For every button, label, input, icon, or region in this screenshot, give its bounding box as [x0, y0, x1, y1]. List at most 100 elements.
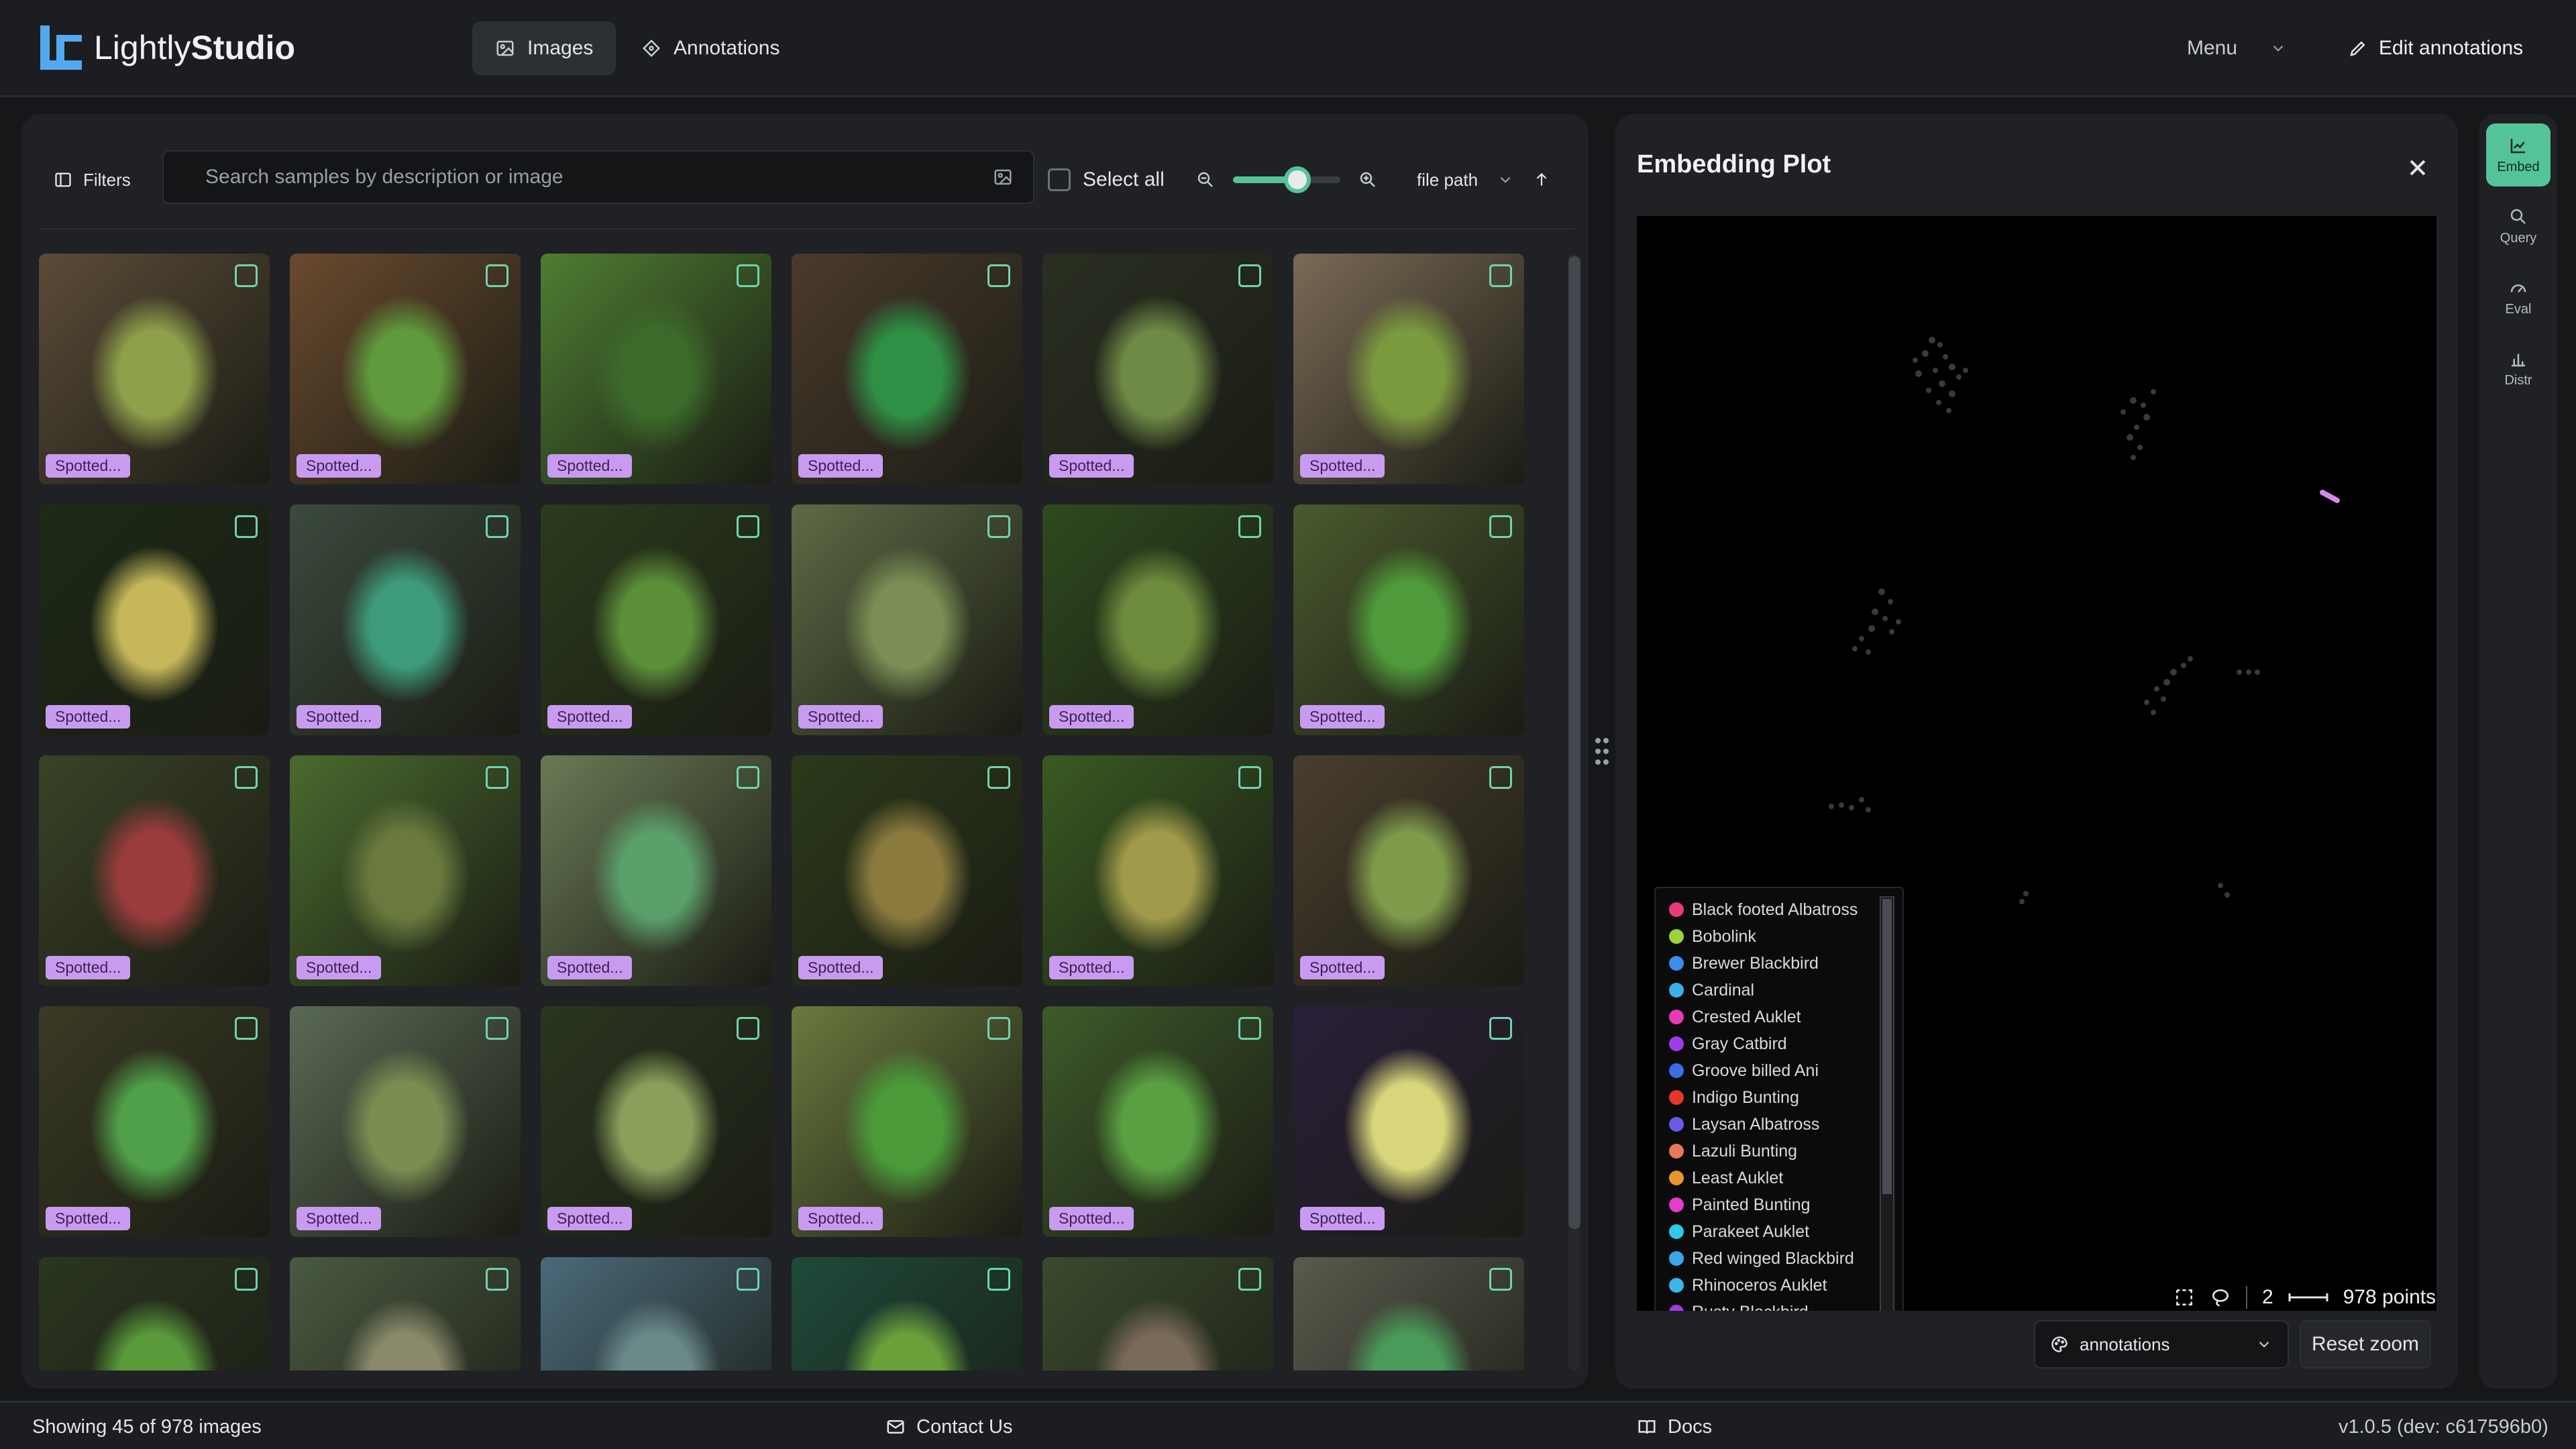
sample-thumbnail[interactable]	[541, 254, 771, 484]
grid-scrollbar-thumb[interactable]	[1568, 256, 1580, 1229]
sample-card[interactable]: Spotted...	[792, 755, 1022, 986]
zoom-slider-thumb[interactable]	[1284, 166, 1311, 193]
sample-card[interactable]: Spotted...	[290, 755, 521, 986]
zoom-in-icon[interactable]	[1358, 170, 1378, 190]
zoom-out-icon[interactable]	[1195, 170, 1216, 190]
sample-card[interactable]: Spotted...	[1293, 504, 1524, 735]
sample-card[interactable]: Spotted...	[39, 1006, 270, 1237]
legend-item[interactable]: Lazuli Bunting	[1669, 1138, 1797, 1165]
sample-thumbnail[interactable]	[39, 1006, 270, 1237]
nav-tab-annotations[interactable]: Annotations	[619, 21, 802, 75]
sample-select-checkbox[interactable]	[737, 766, 759, 789]
reset-zoom-button[interactable]: Reset zoom	[2300, 1320, 2431, 1368]
rail-eval-button[interactable]: Eval	[2486, 266, 2551, 329]
sample-card[interactable]	[39, 1257, 270, 1371]
sample-select-checkbox[interactable]	[486, 515, 508, 538]
sample-select-checkbox[interactable]	[987, 1268, 1010, 1291]
lasso-select-icon[interactable]	[2210, 1287, 2231, 1308]
sort-ascending-icon[interactable]	[1533, 171, 1550, 189]
sample-card[interactable]: Spotted...	[1293, 755, 1524, 986]
sample-thumbnail[interactable]	[792, 755, 1022, 986]
sample-card[interactable]	[1293, 1257, 1524, 1371]
sample-card[interactable]	[541, 1257, 771, 1371]
sort-field-select[interactable]: file path	[1417, 170, 1478, 191]
sample-thumbnail[interactable]	[290, 504, 521, 735]
sample-thumbnail[interactable]	[39, 254, 270, 484]
chevron-down-icon[interactable]	[1497, 171, 1514, 189]
sample-card[interactable]: Spotted...	[1293, 254, 1524, 484]
sample-card[interactable]: Spotted...	[541, 755, 771, 986]
image-search-icon[interactable]	[993, 167, 1013, 187]
sample-select-checkbox[interactable]	[235, 1017, 258, 1040]
sample-thumbnail[interactable]	[1293, 1006, 1524, 1237]
select-all-checkbox[interactable]	[1048, 168, 1071, 191]
sample-select-checkbox[interactable]	[486, 264, 508, 287]
rectangle-select-icon[interactable]	[2174, 1287, 2195, 1308]
sample-select-checkbox[interactable]	[1489, 766, 1512, 789]
embedding-plot-canvas[interactable]: Black footed Albatross Bobolink Brewer Bla…	[1637, 216, 2436, 1311]
sample-select-checkbox[interactable]	[1238, 264, 1261, 287]
sample-card[interactable]: Spotted...	[1293, 1006, 1524, 1237]
contact-us-link[interactable]: Contact Us	[885, 1413, 1012, 1440]
legend-item[interactable]: Indigo Bunting	[1669, 1084, 1799, 1111]
sample-thumbnail[interactable]	[1042, 504, 1273, 735]
close-icon[interactable]	[2404, 154, 2431, 181]
sample-card[interactable]: Spotted...	[1042, 504, 1273, 735]
brand[interactable]: LightlyStudio	[40, 24, 295, 71]
sample-thumbnail[interactable]	[39, 504, 270, 735]
sample-select-checkbox[interactable]	[1238, 1268, 1261, 1291]
legend-item[interactable]: Red winged Blackbird	[1669, 1245, 1854, 1272]
sample-select-checkbox[interactable]	[987, 515, 1010, 538]
sample-thumbnail[interactable]	[792, 504, 1022, 735]
legend-item[interactable]: Bobolink	[1669, 923, 1756, 950]
sample-card[interactable]: Spotted...	[290, 1006, 521, 1237]
sample-card[interactable]: Spotted...	[1042, 1006, 1273, 1237]
sample-select-checkbox[interactable]	[737, 1268, 759, 1291]
sample-select-checkbox[interactable]	[1489, 515, 1512, 538]
sample-card[interactable]: Spotted...	[290, 254, 521, 484]
sample-thumbnail[interactable]	[1293, 504, 1524, 735]
panel-resize-handle-icon[interactable]	[1595, 738, 1609, 767]
sample-select-checkbox[interactable]	[235, 766, 258, 789]
legend-item[interactable]: Rhinoceros Auklet	[1669, 1272, 1827, 1299]
rail-distr-button[interactable]: Distr	[2486, 337, 2551, 400]
sample-card[interactable]: Spotted...	[39, 254, 270, 484]
sample-thumbnail[interactable]	[1293, 254, 1524, 484]
sample-thumbnail[interactable]	[39, 755, 270, 986]
sample-select-checkbox[interactable]	[235, 1268, 258, 1291]
edit-annotations-button[interactable]: Edit annotations	[2348, 28, 2523, 68]
sample-card[interactable]: Spotted...	[792, 504, 1022, 735]
sample-thumbnail[interactable]	[1042, 1006, 1273, 1237]
sample-thumbnail[interactable]	[290, 254, 521, 484]
filters-button[interactable]: Filters	[54, 160, 131, 200]
nav-tab-images[interactable]: Images	[472, 21, 616, 75]
sample-card[interactable]: Spotted...	[1042, 254, 1273, 484]
legend-item[interactable]: Brewer Blackbird	[1669, 950, 1819, 977]
sample-card[interactable]: Spotted...	[792, 254, 1022, 484]
sample-thumbnail[interactable]	[1042, 755, 1273, 986]
zoom-slider[interactable]	[1233, 166, 1340, 193]
menu-dropdown[interactable]: Menu	[2187, 28, 2287, 68]
rail-embed-button[interactable]: Embed	[2486, 123, 2551, 186]
sample-thumbnail[interactable]	[1293, 755, 1524, 986]
legend-item[interactable]: Gray Catbird	[1669, 1030, 1787, 1057]
legend-scrollbar-thumb[interactable]	[1882, 899, 1892, 1194]
sample-select-checkbox[interactable]	[1238, 1017, 1261, 1040]
legend-item[interactable]: Laysan Albatross	[1669, 1111, 1819, 1138]
sample-card[interactable]: Spotted...	[39, 755, 270, 986]
legend-item[interactable]: Crested Auklet	[1669, 1004, 1801, 1030]
sample-card[interactable]	[290, 1257, 521, 1371]
legend-item[interactable]: Parakeet Auklet	[1669, 1218, 1809, 1245]
sample-select-checkbox[interactable]	[1489, 1268, 1512, 1291]
sample-select-checkbox[interactable]	[737, 515, 759, 538]
sample-card[interactable]: Spotted...	[792, 1006, 1022, 1237]
sample-select-checkbox[interactable]	[486, 1017, 508, 1040]
sample-thumbnail[interactable]	[290, 755, 521, 986]
sample-thumbnail[interactable]	[792, 1006, 1022, 1237]
sample-select-checkbox[interactable]	[235, 264, 258, 287]
sample-select-checkbox[interactable]	[737, 264, 759, 287]
sample-card[interactable]	[792, 1257, 1022, 1371]
legend-item[interactable]: Least Auklet	[1669, 1165, 1783, 1191]
sample-select-checkbox[interactable]	[486, 1268, 508, 1291]
selected-points[interactable]	[2320, 490, 2340, 503]
